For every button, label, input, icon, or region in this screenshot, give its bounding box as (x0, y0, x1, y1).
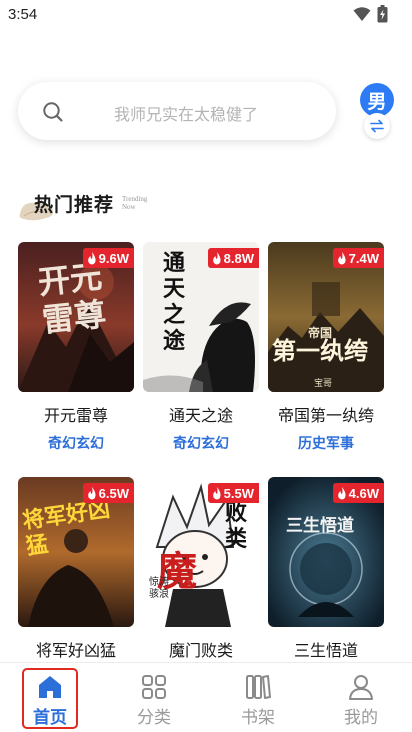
book-genre: 奇幻玄幻 (48, 436, 104, 452)
gender-toggle-button[interactable]: 男 (360, 83, 394, 117)
book-genre: 奇幻玄幻 (173, 436, 229, 452)
flame-icon (337, 251, 346, 264)
battery-icon (377, 5, 388, 23)
tab-label: 我的 (344, 708, 378, 728)
flame-icon (87, 486, 96, 499)
section-title: 热门推荐 (34, 194, 115, 216)
tab-label: 分类 (137, 708, 171, 728)
search-bar[interactable]: 我师兄实在太稳健了 (18, 82, 336, 140)
status-time: 3:54 (8, 6, 38, 23)
status-icons (353, 5, 388, 23)
search-icon (43, 102, 63, 122)
book-title[interactable]: 将军好凶猛 (18, 637, 134, 661)
book-title[interactable]: 魔门败类 (143, 637, 259, 661)
cover-author: 宝哥 (314, 379, 333, 389)
flame-icon (87, 251, 96, 264)
cover-title: 通天之途 (163, 250, 186, 354)
book-title[interactable]: 开元雷尊 (18, 402, 134, 426)
tab-profile[interactable]: 我的 (331, 669, 391, 728)
book-title[interactable]: 帝国第一纨绔 (268, 402, 384, 426)
heat-value: 5.5W (223, 485, 254, 501)
wifi-icon (353, 7, 371, 21)
user-icon (349, 675, 373, 700)
heat-badge: 9.6W (82, 248, 134, 268)
section-subtitle-line2: Now (122, 203, 136, 211)
book-title[interactable]: 通天之途 (143, 402, 259, 426)
heat-badge: 4.6W (332, 483, 384, 503)
heat-badge: 6.5W (82, 483, 134, 503)
cover-title: 第一纨绔 (272, 336, 368, 365)
search-input[interactable]: 我师兄实在太稳健了 (114, 101, 258, 125)
active-tab-highlight (22, 668, 78, 729)
grid-icon (142, 675, 166, 699)
heat-badge: 7.4W (332, 248, 384, 268)
swap-arrows-icon (370, 119, 384, 133)
flame-icon (337, 486, 346, 499)
heat-value: 8.8W (223, 250, 254, 266)
status-bar: 3:54 (0, 0, 412, 28)
swap-icon[interactable] (364, 113, 390, 139)
book-genre: 历史军事 (298, 436, 354, 452)
gender-label: 男 (367, 90, 387, 113)
flame-icon (212, 486, 221, 499)
heat-value: 4.6W (348, 485, 379, 501)
tab-bookshelf[interactable]: 书架 (228, 669, 288, 728)
cover-author: 惊涛骇浪 (149, 577, 169, 600)
cover-subtitle: 败类 (225, 501, 248, 552)
bookshelf-icon (246, 675, 271, 699)
book-title[interactable]: 三生悟道 (268, 637, 384, 661)
cover-title: 开元雷尊 (36, 257, 108, 340)
heat-value: 7.4W (348, 250, 379, 266)
flame-icon (212, 251, 221, 264)
section-subtitle: Trending Now (122, 195, 147, 211)
heat-value: 9.6W (98, 250, 129, 266)
heat-badge: 5.5W (207, 483, 259, 503)
section-header: 热门推荐 Trending Now (18, 188, 168, 222)
cover-title: 三生悟道 (286, 516, 354, 536)
section-subtitle-line1: Trending (122, 195, 148, 203)
tab-label: 书架 (241, 708, 275, 728)
heat-badge: 8.8W (207, 248, 259, 268)
tab-category[interactable]: 分类 (124, 669, 184, 728)
heat-value: 6.5W (98, 485, 129, 501)
